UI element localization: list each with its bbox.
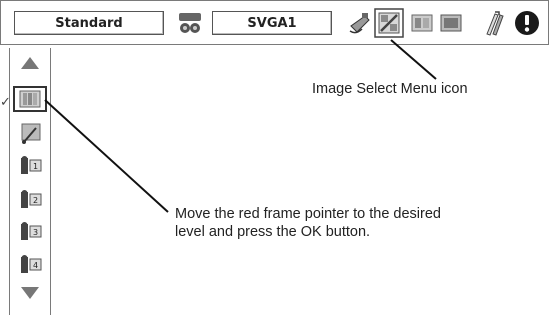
pointer-leader-line	[44, 99, 169, 213]
pointer-caption-line2: level and press the OK button.	[175, 224, 371, 240]
pointer-caption-line1: Move the red frame pointer to the desire…	[175, 206, 441, 222]
image-select-caption: Image Select Menu icon	[312, 81, 468, 97]
image-select-leader-line	[390, 39, 437, 80]
callout-lines	[44, 39, 437, 213]
